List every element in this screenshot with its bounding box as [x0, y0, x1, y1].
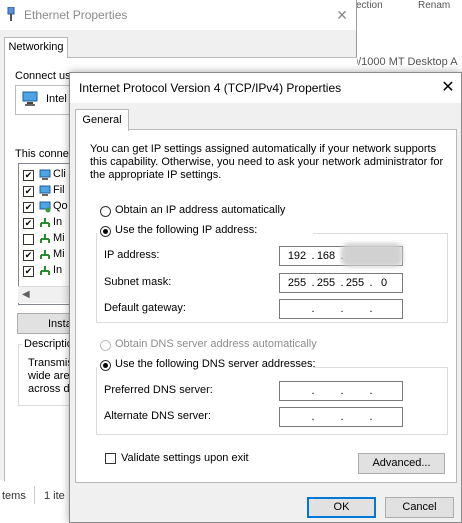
qos-icon	[39, 201, 51, 213]
subnet-mask-label: Subnet mask:	[104, 276, 172, 288]
item-checkbox[interactable]: ✔	[23, 186, 34, 197]
item-checkbox[interactable]: ✔	[23, 250, 34, 261]
ip-address-label: IP address:	[104, 249, 160, 261]
validate-checkbox[interactable]	[105, 453, 116, 464]
item-checkbox[interactable]: ✔	[23, 170, 34, 181]
ip-octet: 168	[316, 250, 336, 262]
subnet-octet: 255	[287, 277, 307, 289]
connection-items-list[interactable]: ✔ Cli ✔ Fil ✔ Qo ✔ In Mi ✔ Mi ✔ In	[18, 163, 76, 305]
subnet-octet: 255	[316, 277, 336, 289]
subnet-octet: 0	[380, 277, 388, 289]
this-connection-label: This conne	[15, 148, 69, 160]
octet-separator: .	[369, 303, 373, 315]
ethernet-close-button[interactable]: ✕	[332, 5, 352, 25]
item-checkbox[interactable]: ✔	[23, 202, 34, 213]
tab-general[interactable]: General	[75, 109, 129, 131]
obtain-dns-auto-label[interactable]: Obtain DNS server address automatically	[115, 338, 317, 350]
network-cable-icon	[7, 7, 15, 21]
use-following-dns-radio[interactable]	[100, 360, 111, 371]
adapter-name: Intel	[46, 93, 67, 105]
use-following-dns-label[interactable]: Use the following DNS server addresses:	[115, 358, 316, 370]
description-line: across d	[28, 383, 70, 395]
use-following-ip-label[interactable]: Use the following IP address:	[115, 224, 257, 236]
explorer-device-text: 0/1000 MT Desktop A	[352, 56, 458, 68]
item-label: In	[53, 216, 63, 228]
protocol-icon	[40, 266, 50, 275]
tab-networking[interactable]: Networking	[4, 37, 68, 58]
item-label: Fil	[53, 184, 65, 196]
description-text: Transmis wide are across d	[28, 357, 72, 396]
ethernet-window-title: Ethernet Properties	[24, 8, 128, 22]
close-icon: ✕	[441, 79, 455, 96]
item-checkbox[interactable]: ✔	[23, 266, 34, 277]
obtain-dns-auto-radio[interactable]	[100, 340, 111, 351]
description-legend: Descriptio	[22, 338, 75, 350]
octet-separator: .	[340, 385, 344, 397]
explorer-column-header: ection	[356, 0, 383, 11]
ok-button[interactable]: OK	[307, 497, 376, 518]
item-label: Qo	[53, 200, 68, 212]
connect-using-label: Connect us	[15, 70, 71, 82]
octet-separator: .	[311, 411, 315, 423]
cancel-button[interactable]: Cancel	[385, 497, 454, 518]
preferred-dns-label: Preferred DNS server:	[104, 384, 213, 396]
octet-separator: .	[369, 385, 373, 397]
octet-separator: .	[311, 303, 315, 315]
item-checkbox[interactable]	[23, 234, 34, 245]
alternate-dns-label: Alternate DNS server:	[104, 410, 211, 422]
protocol-icon	[40, 218, 50, 227]
description-line: Transmis	[28, 357, 72, 369]
item-label: Cli	[53, 168, 66, 180]
octet-separator: .	[311, 385, 315, 397]
item-label: Mi	[53, 248, 65, 260]
ip-octet: 192	[287, 250, 307, 262]
dialog-title: Internet Protocol Version 4 (TCP/IPv4) P…	[79, 81, 342, 95]
obtain-ip-auto-radio[interactable]	[100, 206, 111, 217]
explorer-status-selected: 1 ite	[44, 490, 65, 502]
intro-text: You can get IP settings assigned automat…	[90, 143, 444, 181]
octet-separator: .	[369, 411, 373, 423]
explorer-status-items: tems	[2, 490, 26, 502]
ipv4-properties-dialog: Internet Protocol Version 4 (TCP/IPv4) P…	[69, 72, 462, 523]
subnet-octet: 255	[345, 277, 365, 289]
ip-address-field[interactable]: 192 . 168 .	[279, 243, 403, 267]
protocol-icon	[40, 250, 50, 259]
use-following-ip-radio[interactable]	[100, 226, 111, 237]
scroll-left-icon[interactable]: ◀	[22, 287, 30, 303]
horizontal-scrollbar[interactable]: ◀	[18, 286, 74, 303]
description-line: wide are	[28, 370, 70, 382]
install-button[interactable]: Insta	[17, 313, 77, 334]
file-sharing-icon	[39, 185, 51, 196]
close-icon: ✕	[336, 7, 348, 23]
status-separator	[34, 486, 35, 504]
obtain-ip-auto-label[interactable]: Obtain an IP address automatically	[115, 204, 285, 216]
alternate-dns-field[interactable]: . . .	[279, 407, 403, 427]
octet-separator: .	[340, 411, 344, 423]
validate-label[interactable]: Validate settings upon exit	[121, 452, 249, 464]
protocol-icon	[40, 234, 50, 243]
explorer-column-header: Renam	[418, 0, 451, 11]
item-label: In	[53, 264, 63, 276]
client-icon	[39, 169, 51, 180]
octet-separator: .	[340, 303, 344, 315]
preferred-dns-field[interactable]: . . .	[279, 381, 403, 401]
redaction-blur	[341, 243, 403, 267]
default-gateway-label: Default gateway:	[104, 302, 186, 314]
advanced-button[interactable]: Advanced...	[358, 453, 445, 474]
default-gateway-field[interactable]: . . .	[279, 299, 403, 319]
item-label: Mi	[53, 232, 65, 244]
item-checkbox[interactable]: ✔	[23, 218, 34, 229]
network-adapter-icon	[22, 91, 38, 106]
dialog-close-button[interactable]: ✕	[436, 76, 460, 100]
subnet-mask-field[interactable]: 255 . 255 . 255 . 0	[279, 273, 403, 293]
